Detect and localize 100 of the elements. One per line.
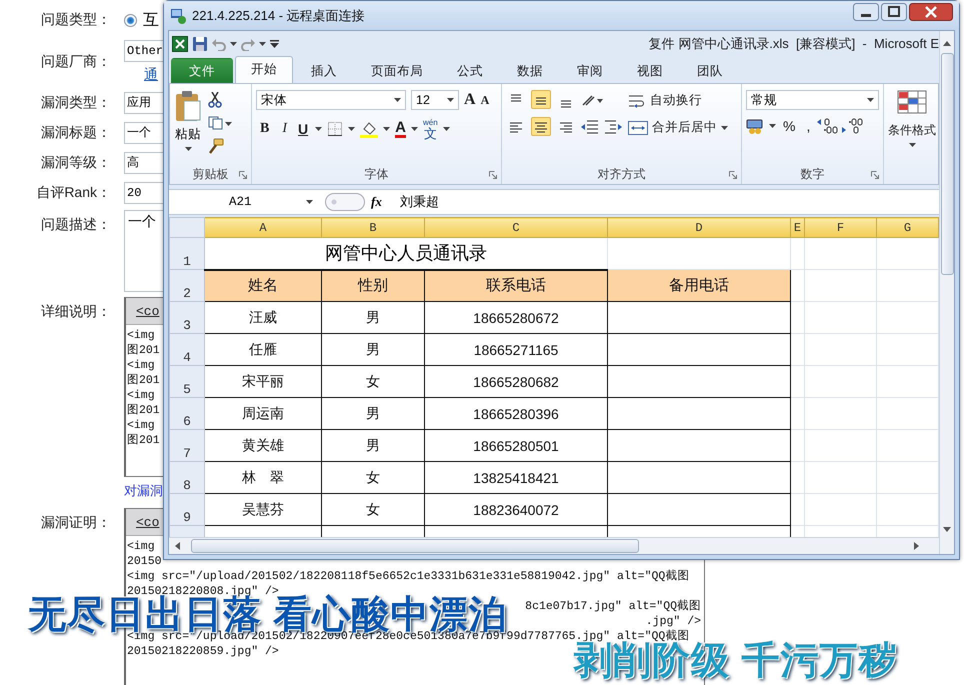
percent-button[interactable]: % bbox=[779, 118, 800, 134]
caret-icon[interactable] bbox=[908, 143, 916, 147]
customize-menu-icon[interactable] bbox=[270, 40, 279, 48]
increase-decimal-icon[interactable] bbox=[817, 118, 840, 134]
table-cell: 女 bbox=[322, 462, 424, 494]
minimize-icon[interactable] bbox=[853, 3, 879, 21]
caret-icon[interactable] bbox=[348, 127, 356, 131]
row-number[interactable]: 8 bbox=[170, 462, 204, 494]
copy-icon[interactable] bbox=[208, 116, 232, 130]
link[interactable]: 通 bbox=[144, 66, 158, 84]
table-cell: 性别 bbox=[322, 270, 424, 302]
scroll-right-icon[interactable] bbox=[911, 541, 921, 551]
caret-icon[interactable] bbox=[721, 126, 728, 130]
align-center-icon[interactable] bbox=[531, 117, 551, 136]
table-cell: 18665280682 bbox=[424, 366, 608, 398]
dialog-launcher-icon[interactable] bbox=[729, 171, 737, 179]
row-number[interactable]: 7 bbox=[170, 430, 204, 462]
caret-icon[interactable] bbox=[306, 200, 313, 204]
dialog-launcher-icon[interactable] bbox=[489, 171, 497, 179]
caret-icon[interactable] bbox=[394, 98, 401, 102]
caret-icon[interactable] bbox=[383, 127, 390, 131]
decrease-decimal-icon[interactable] bbox=[842, 118, 864, 134]
fill-color-icon[interactable] bbox=[360, 120, 378, 138]
splitter-handle-icon[interactable] bbox=[325, 193, 365, 211]
horizontal-scrollbar[interactable] bbox=[169, 537, 939, 554]
format-painter-icon[interactable] bbox=[208, 138, 224, 154]
row-number[interactable]: 6 bbox=[170, 398, 204, 430]
ribbon-tab[interactable]: 文件 bbox=[171, 58, 233, 83]
conditional-format-button[interactable]: 条件格式 bbox=[888, 90, 936, 184]
scroll-left-icon[interactable] bbox=[173, 541, 183, 551]
underline-button[interactable]: U bbox=[296, 121, 310, 137]
vertical-scrollbar[interactable] bbox=[939, 31, 954, 554]
caret-icon[interactable] bbox=[442, 127, 450, 131]
source-link[interactable]: <co bbox=[136, 304, 160, 318]
ribbon-tab[interactable]: 公式 bbox=[441, 58, 499, 83]
row-number[interactable]: 2 bbox=[170, 270, 204, 302]
row-number[interactable]: 5 bbox=[170, 366, 204, 398]
decrease-indent-icon[interactable] bbox=[581, 118, 599, 134]
column-header[interactable]: B bbox=[322, 218, 424, 238]
table-cell: 周运南 bbox=[204, 398, 322, 430]
column-header[interactable]: C bbox=[424, 218, 608, 238]
bold-button[interactable]: B bbox=[256, 121, 274, 137]
grow-font-button[interactable]: A bbox=[464, 91, 476, 109]
row-number[interactable]: 4 bbox=[170, 334, 204, 366]
caret-icon[interactable] bbox=[410, 127, 418, 131]
link[interactable]: 对漏洞 bbox=[124, 482, 163, 500]
row-number[interactable]: 1 bbox=[170, 238, 204, 270]
wrap-text-button[interactable]: 自动换行 bbox=[628, 92, 728, 109]
align-middle-icon[interactable] bbox=[531, 90, 551, 109]
scroll-up-icon[interactable] bbox=[942, 39, 952, 49]
ribbon-tab[interactable]: 团队 bbox=[681, 58, 739, 83]
font-dropdown[interactable]: 宋体 bbox=[256, 90, 406, 110]
font-color-button[interactable]: A bbox=[395, 120, 406, 138]
paste-button[interactable]: 粘贴 bbox=[174, 90, 202, 164]
comma-button[interactable]: , bbox=[802, 118, 814, 134]
italic-button[interactable]: I bbox=[278, 121, 292, 137]
ribbon-tab[interactable]: 数据 bbox=[501, 58, 559, 83]
column-header[interactable]: G bbox=[876, 218, 938, 238]
merge-center-button[interactable]: 合并后居中 bbox=[628, 119, 728, 136]
code-line: <img bbox=[127, 358, 155, 373]
ribbon-tab[interactable]: 开始 bbox=[235, 56, 293, 83]
number-format-dropdown[interactable]: 常规 bbox=[746, 90, 879, 110]
row-number[interactable]: 3 bbox=[170, 302, 204, 334]
column-header[interactable]: F bbox=[804, 218, 876, 238]
field-label: 问题厂商： bbox=[40, 53, 111, 71]
caret-icon[interactable] bbox=[769, 124, 776, 128]
cut-icon[interactable] bbox=[208, 92, 222, 108]
ribbon-tab[interactable]: 页面布局 bbox=[355, 58, 439, 83]
increase-indent-icon[interactable] bbox=[604, 118, 622, 134]
row-number[interactable]: 9 bbox=[170, 494, 204, 526]
dialog-launcher-icon[interactable] bbox=[871, 171, 879, 179]
close-icon[interactable] bbox=[909, 3, 953, 21]
scroll-down-icon[interactable] bbox=[942, 524, 952, 534]
caret-icon[interactable] bbox=[230, 42, 237, 46]
formula-field[interactable]: 刘秉超 bbox=[388, 193, 439, 211]
caret-icon[interactable] bbox=[447, 98, 454, 102]
maximize-icon[interactable] bbox=[881, 3, 907, 21]
radio-button[interactable] bbox=[124, 14, 137, 26]
caret-icon[interactable] bbox=[315, 127, 322, 131]
dialog-launcher-icon[interactable] bbox=[239, 171, 247, 179]
column-header[interactable]: A bbox=[204, 218, 322, 238]
phonetic-button[interactable]: wén 文 bbox=[422, 118, 438, 140]
insert-function-button[interactable]: fx bbox=[371, 194, 382, 210]
caret-icon[interactable] bbox=[867, 98, 874, 102]
ribbon-tab[interactable]: 视图 bbox=[621, 58, 679, 83]
orientation-icon[interactable] bbox=[581, 92, 603, 106]
ribbon-tab[interactable]: 审阅 bbox=[561, 58, 619, 83]
name-box[interactable]: A21 bbox=[169, 192, 319, 212]
shrink-font-button[interactable]: A bbox=[480, 92, 490, 108]
border-icon[interactable] bbox=[327, 121, 344, 137]
column-header[interactable]: D bbox=[608, 218, 790, 238]
caret-icon[interactable] bbox=[259, 42, 266, 46]
size-dropdown[interactable]: 12 bbox=[411, 90, 459, 110]
caret-icon[interactable] bbox=[184, 147, 192, 151]
excel-icon[interactable] bbox=[172, 36, 188, 52]
save-icon[interactable] bbox=[192, 36, 208, 52]
column-header[interactable]: E bbox=[790, 218, 804, 238]
source-link[interactable]: <co bbox=[136, 514, 160, 530]
radio-label[interactable]: 互 bbox=[143, 10, 159, 30]
ribbon-tab[interactable]: 插入 bbox=[295, 58, 353, 83]
